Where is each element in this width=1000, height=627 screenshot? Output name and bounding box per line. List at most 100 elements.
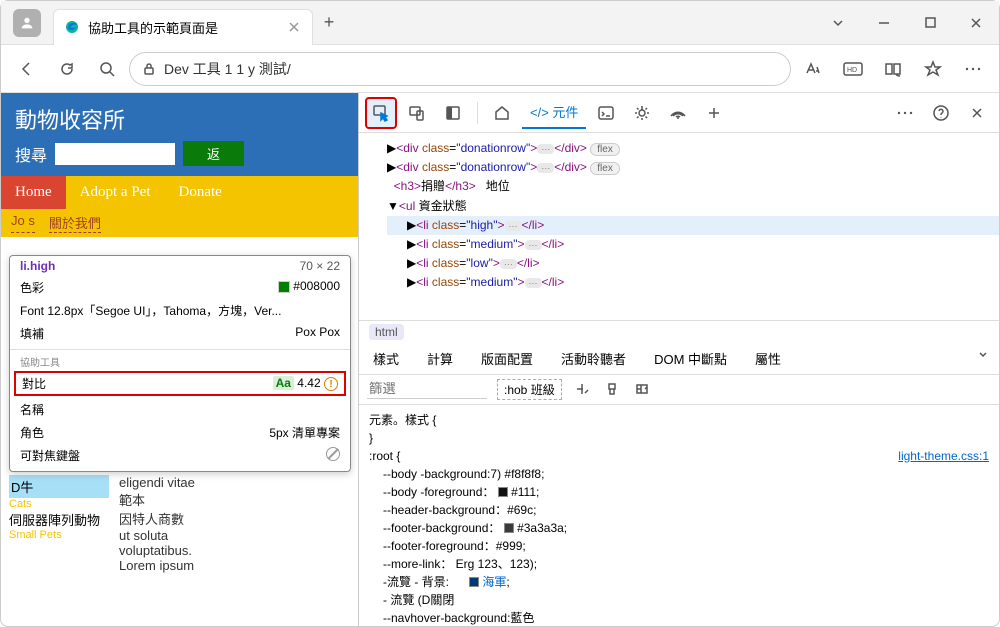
deny-icon [326, 447, 340, 461]
refresh-button[interactable] [49, 51, 85, 87]
contrast-value: 4.42 [297, 376, 320, 390]
devtools-panel: </> 元件 ▶<div class="donationrow">⋯</div>… [359, 93, 999, 626]
text-size-button[interactable] [795, 51, 831, 87]
devtools-more-button[interactable] [889, 97, 921, 129]
hd-button[interactable]: HD [835, 51, 871, 87]
brush-icon[interactable] [602, 379, 622, 399]
device-emulation-button[interactable] [401, 97, 433, 129]
body-text: ut soluta [119, 528, 350, 543]
body-text: 因特人商數 [119, 509, 350, 528]
caret-down-button[interactable] [815, 8, 861, 38]
site-title: 動物收容所 [15, 103, 344, 135]
contrast-row: 對比 Aa 4.42 ! [14, 371, 346, 396]
url-input[interactable]: Dev 工具 1 1 y 測試/ [129, 52, 791, 86]
network-tab-icon[interactable] [662, 97, 694, 129]
tooltip-kbd-label: 可對焦鍵盤 [20, 447, 80, 464]
body-text: eligendi vitae [119, 475, 350, 490]
styles-pane[interactable]: 元素。樣式 { } light-theme.css:1:root { --bod… [359, 405, 999, 626]
close-button[interactable] [953, 8, 999, 38]
nav-home[interactable]: Home [1, 176, 66, 209]
more-tabs-button[interactable] [698, 97, 730, 129]
tooltip-name-label: 名稱 [20, 401, 44, 418]
side-item[interactable]: D牛 [9, 475, 109, 498]
console-tab-icon[interactable] [590, 97, 622, 129]
site-body: D牛 Cats 伺服器陣列動物 Small Pets eligendi vita… [1, 467, 358, 581]
subtab-listeners[interactable]: 活動聆聽者 [547, 343, 640, 374]
reader-button[interactable] [875, 51, 911, 87]
body-text: voluptatibus. [119, 543, 350, 558]
styles-subtabs: 樣式 計算 版面配置 活動聆聽者 DOM 中斷點 屬性 [359, 343, 999, 375]
dom-selected-line: ▶<li class="high">⋯</li> [387, 216, 999, 235]
grid-icon[interactable] [632, 379, 652, 399]
tab-title: 協助工具的示範頁面是 [88, 18, 286, 37]
styles-filter-bar: :hob 班級 [359, 375, 999, 405]
window-titlebar: 協助工具的示範頁面是 + [1, 1, 999, 45]
site-search-button[interactable]: 返 [183, 141, 244, 166]
back-button[interactable] [9, 51, 45, 87]
sources-tab-icon[interactable] [626, 97, 658, 129]
subtab-computed[interactable]: 計算 [413, 343, 467, 374]
site-search-input[interactable] [55, 143, 175, 165]
svg-text:HD: HD [847, 67, 857, 74]
tooltip-padding-value: Pox Pox [295, 325, 340, 342]
side-item[interactable]: 伺服器陣列動物 [9, 510, 109, 529]
site-header: 動物收容所 搜尋 返 [1, 93, 358, 176]
tooltip-role-label: 角色 [20, 424, 44, 441]
warning-icon: ! [324, 377, 338, 391]
subnav-item[interactable]: 關於我們 [49, 213, 101, 233]
chevron-down-icon[interactable] [967, 343, 999, 374]
subtab-styles[interactable]: 樣式 [359, 343, 413, 374]
tooltip-font: Font 12.8px「Segoe UI」，Tahoma，方塊，Ver... [20, 302, 281, 319]
elements-tree[interactable]: ▶<div class="donationrow">⋯</div> flex ▶… [359, 133, 999, 321]
dock-button[interactable] [437, 97, 469, 129]
tooltip-padding-label: 填補 [20, 325, 44, 342]
subtab-layout[interactable]: 版面配置 [467, 343, 547, 374]
subtab-props[interactable]: 屬性 [741, 343, 795, 374]
contrast-aa-badge: Aa [273, 376, 294, 390]
tooltip-role-value: 5px 清單專案 [269, 424, 340, 441]
inspect-tooltip: li.high 70 × 22 色彩 #008000 Font 12.8px「S… [9, 255, 351, 472]
new-tab-button[interactable]: + [313, 12, 345, 33]
favorite-button[interactable] [915, 51, 951, 87]
side-item[interactable]: Cats [9, 498, 109, 510]
lock-icon [142, 62, 156, 76]
color-swatch [278, 281, 290, 293]
devtools-help-button[interactable] [925, 97, 957, 129]
body-text: 範本 [119, 490, 350, 509]
site-nav: Home Adopt a Pet Donate [1, 176, 358, 209]
nav-adopt[interactable]: Adopt a Pet [66, 176, 165, 209]
devtools-close-button[interactable] [961, 97, 993, 129]
contrast-label: 對比 [22, 375, 46, 392]
page-preview: 動物收容所 搜尋 返 Home Adopt a Pet Donate Jo s … [1, 93, 359, 626]
search-button[interactable] [89, 51, 125, 87]
profile-avatar[interactable] [13, 9, 41, 37]
maximize-button[interactable] [907, 8, 953, 38]
welcome-tab-icon[interactable] [486, 97, 518, 129]
nav-donate[interactable]: Donate [165, 176, 236, 209]
tab-close-icon[interactable] [286, 19, 302, 35]
site-subnav: Jo s 關於我們 [1, 209, 358, 237]
tooltip-color-label: 色彩 [20, 279, 44, 296]
side-item[interactable]: Small Pets [9, 529, 109, 541]
new-rule-icon[interactable] [572, 379, 592, 399]
elements-breadcrumb[interactable]: html [359, 321, 999, 343]
url-text: Dev 工具 1 1 y 測試/ [164, 59, 291, 79]
subtab-dom-bp[interactable]: DOM 中斷點 [640, 343, 741, 374]
devtools-toolbar: </> 元件 [359, 93, 999, 133]
more-button[interactable] [955, 51, 991, 87]
search-label: 搜尋 [15, 142, 47, 166]
css-source-link[interactable]: light-theme.css:1 [898, 447, 989, 465]
filter-input[interactable] [367, 379, 487, 399]
inspect-element-button[interactable] [365, 97, 397, 129]
subnav-item[interactable]: Jo s [11, 213, 35, 233]
address-bar: Dev 工具 1 1 y 測試/ HD [1, 45, 999, 93]
tooltip-dimensions: 70 × 22 [300, 259, 340, 273]
tooltip-selector: li.high [20, 259, 55, 273]
minimize-button[interactable] [861, 8, 907, 38]
browser-tab[interactable]: 協助工具的示範頁面是 [53, 9, 313, 45]
hov-toggle[interactable]: :hob 班級 [497, 379, 562, 400]
body-text: Lorem ipsum [119, 558, 350, 573]
edge-icon [64, 19, 80, 35]
elements-tab[interactable]: </> 元件 [522, 96, 586, 129]
tooltip-a11y-heading: 協助工具 [10, 354, 350, 369]
